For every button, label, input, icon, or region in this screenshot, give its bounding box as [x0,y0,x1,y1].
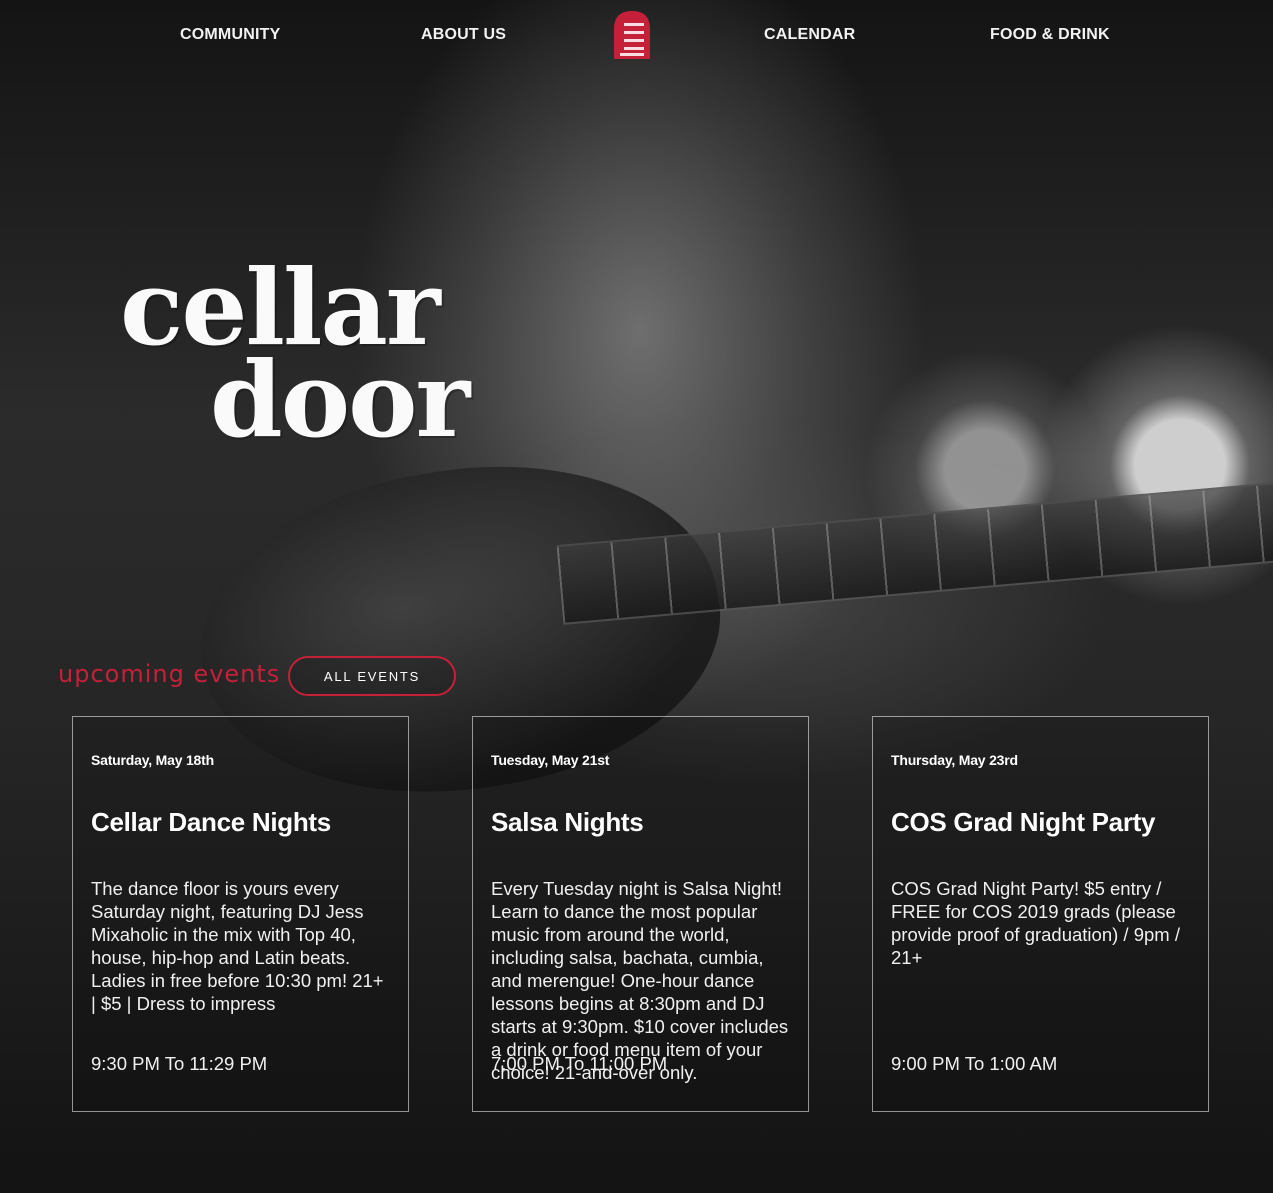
event-title[interactable]: COS Grad Night Party [891,807,1198,838]
event-time: 9:30 PM To 11:29 PM [91,1053,268,1074]
event-description: The dance floor is yours every Saturday … [91,878,384,1014]
event-date: Tuesday, May 21st [491,752,610,768]
nav-item-calendar[interactable]: CALENDAR [764,26,855,44]
event-date: Saturday, May 18th [91,752,214,768]
upcoming-events-heading: upcoming events [58,660,281,688]
event-time: 7:00 PM To 11:00 PM [491,1053,668,1074]
event-card[interactable]: Saturday, May 18th Cellar Dance Nights T… [72,716,409,1112]
all-events-button[interactable]: ALL EVENTS [288,656,456,696]
event-card[interactable]: Tuesday, May 21st Salsa Nights Every Tue… [472,716,809,1112]
event-date: Thursday, May 23rd [891,752,1018,768]
event-time: 9:00 PM To 1:00 AM [891,1053,1058,1074]
event-title[interactable]: Cellar Dance Nights [91,807,398,838]
event-card[interactable]: Thursday, May 23rd COS Grad Night Party … [872,716,1209,1112]
nav-item-food-drink[interactable]: FOOD & DRINK [990,26,1110,44]
cellar-door-logo-icon[interactable] [614,11,650,59]
nav-item-community[interactable]: COMMUNITY [180,26,280,44]
nav-item-about-us[interactable]: ABOUT US [421,26,506,44]
guitar-neck-shape [556,482,1273,625]
hero-title: cellar door [120,256,470,461]
event-description: COS Grad Night Party! $5 entry / FREE fo… [891,878,1180,968]
hero-title-line2: door [210,338,470,461]
event-title[interactable]: Salsa Nights [491,807,798,838]
main-nav: COMMUNITY ABOUT US CALENDAR FOOD & DRINK [0,0,1273,70]
